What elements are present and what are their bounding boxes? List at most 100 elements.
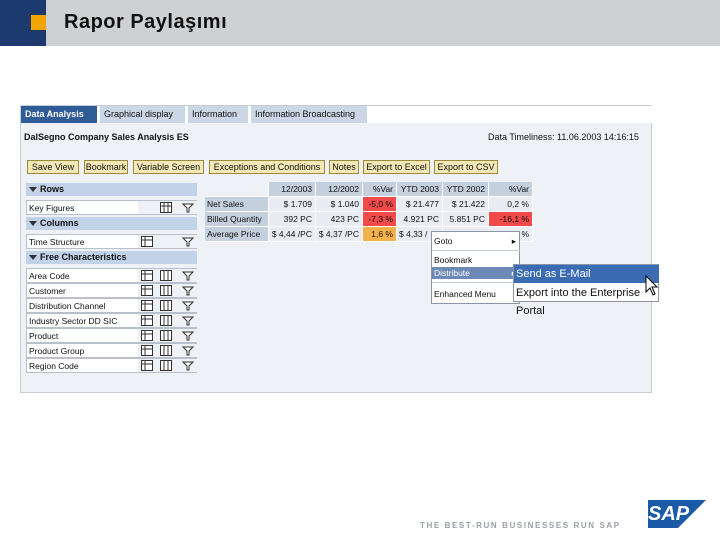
filter-icon[interactable] [182,315,194,326]
filter-icon[interactable] [182,360,194,371]
menu-separator [432,282,520,283]
table-cell-exception: -7,3 % [363,212,397,227]
table-cell: 4.921 PC [397,212,443,227]
tab-data-analysis[interactable]: Data Analysis [21,106,98,123]
nav-row-industry-sector[interactable]: Industry Sector DD SIC [26,313,198,328]
nav-row-label: Product Group [29,346,85,356]
filter-icon[interactable] [182,202,194,213]
column-header[interactable]: %Var [489,182,533,197]
table-cell: 0,2 % [489,197,533,212]
table-cell: 392 PC [269,212,316,227]
table-icon[interactable] [141,360,153,371]
table-icon[interactable] [160,300,172,311]
nav-row-label: Industry Sector DD SIC [29,316,118,326]
menu-separator [432,250,520,251]
nav-row-label: Area Code [29,271,70,281]
tab-information-broadcasting[interactable]: Information Broadcasting [251,106,368,123]
data-timeliness: Data Timeliness: 11.06.2003 14:16:15 [488,132,639,142]
header-accent-orange [31,15,46,30]
table-icon[interactable] [141,315,153,326]
free-characteristics-label: Free Characteristics [40,252,127,262]
table-cell: $ 21.422 [443,197,489,212]
send-as-email-item[interactable]: Send as E-Mail [514,265,659,283]
filter-icon[interactable] [182,330,194,341]
filter-icon[interactable] [182,285,194,296]
column-header[interactable]: 12/2002 [316,182,363,197]
sap-logo-text: SAP [648,503,690,525]
table-cell: $ 4,37 /PC [316,227,363,242]
table-icon[interactable] [160,270,172,281]
nav-row-product-group[interactable]: Product Group [26,343,198,358]
nav-row-key-figures[interactable]: Key Figures [26,200,198,215]
tab-graphical-display[interactable]: Graphical display [100,106,186,123]
distribute-submenu: Send as E-Mail Export into the Enterpris… [513,264,659,317]
table-icon[interactable] [141,285,153,296]
menu-item-label: Goto [434,236,453,246]
menu-item-distribute[interactable]: Distribute ▸ [432,267,520,279]
nav-row-customer[interactable]: Customer [26,283,198,298]
table-icon[interactable] [160,315,172,326]
export-to-excel-button[interactable]: Export to Excel [363,160,430,174]
columns-header-label: Columns [40,218,79,228]
nav-row-label: Key Figures [29,203,75,213]
table-cell: $ 1.709 [269,197,316,212]
table-icon[interactable] [141,270,153,281]
table-icon[interactable] [141,330,153,341]
table-icon[interactable] [141,236,153,247]
tab-information[interactable]: Information [188,106,249,123]
nav-row-label: Distribution Channel [29,301,106,311]
table-icon[interactable] [160,330,172,341]
row-header[interactable]: Billed Quantity [205,212,269,227]
save-view-button[interactable]: Save View [27,160,79,174]
exceptions-and-conditions-button[interactable]: Exceptions and Conditions [209,160,325,174]
tab-bar: Data Analysis Graphical display Informat… [21,106,653,123]
column-header[interactable]: YTD 2003 [397,182,443,197]
table-icon[interactable] [160,360,172,371]
table-cell: $ 1.040 [316,197,363,212]
rows-header-label: Rows [40,184,65,194]
table-cell-exception: 1,6 % [363,227,397,242]
column-header[interactable]: %Var [363,182,397,197]
row-header[interactable]: Average Price [205,227,269,242]
nav-row-distribution-channel[interactable]: Distribution Channel [26,298,198,313]
bookmark-button[interactable]: Bookmark [84,160,128,174]
table-cell: 423 PC [316,212,363,227]
table-icon[interactable] [160,285,172,296]
free-characteristics-header[interactable]: Free Characteristics [26,251,197,264]
table-cell: $ 4,44 /PC [269,227,316,242]
filter-icon[interactable] [182,300,194,311]
filter-icon[interactable] [182,270,194,281]
slide-header: Rapor Paylaşımı [0,0,720,46]
menu-item-bookmark[interactable]: Bookmark [432,254,520,266]
table-cell-exception: -5,0 % [363,197,397,212]
nav-row-region-code[interactable]: Region Code [26,358,198,373]
table-icon[interactable] [160,202,172,213]
column-header[interactable]: 12/2003 [269,182,316,197]
menu-item-goto[interactable]: Goto ▸ [432,235,520,247]
nav-row-time-structure[interactable]: Time Structure [26,234,198,249]
nav-row-label: Customer [29,286,66,296]
table-cell-exception: -16,1 % [489,212,533,227]
table-icon[interactable] [141,345,153,356]
menu-item-label: Enhanced Menu [434,289,496,299]
table-icon[interactable] [160,345,172,356]
table-icon[interactable] [141,300,153,311]
export-to-csv-button[interactable]: Export to CSV [434,160,498,174]
variable-screen-button[interactable]: Variable Screen [133,160,204,174]
report-title: DalSegno Company Sales Analysis ES [24,132,189,142]
sap-logo: SAP [648,500,706,528]
nav-row-area-code[interactable]: Area Code [26,268,198,283]
export-enterprise-portal-item[interactable]: Export into the Enterprise Portal [514,284,659,317]
column-header[interactable]: YTD 2002 [443,182,489,197]
tagline: THE BEST-RUN BUSINESSES RUN SAP [420,521,621,530]
filter-icon[interactable] [182,345,194,356]
nav-row-product[interactable]: Product [26,328,198,343]
mouse-cursor-icon [645,275,659,296]
menu-item-enhanced-menu[interactable]: Enhanced Menu [432,288,520,300]
row-header[interactable]: Net Sales [205,197,269,212]
context-menu: Goto ▸ Bookmark Distribute ▸ Enhanced Me… [431,231,520,304]
columns-header[interactable]: Columns [26,217,197,230]
filter-icon[interactable] [182,236,194,247]
notes-button[interactable]: Notes [329,160,359,174]
rows-header[interactable]: Rows [26,183,197,196]
